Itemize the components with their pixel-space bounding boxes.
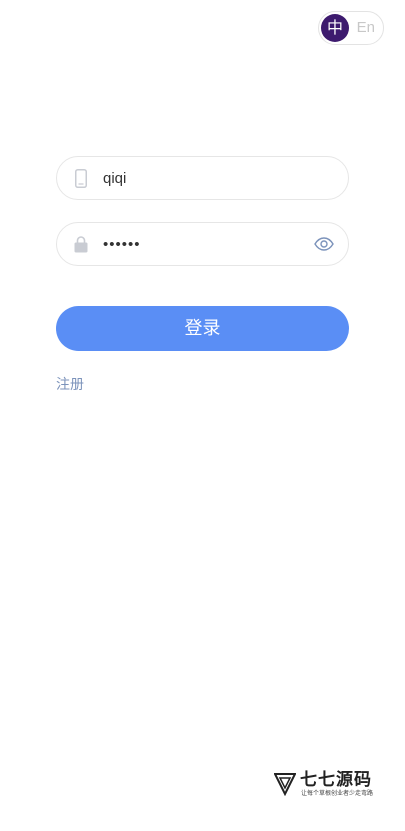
- watermark-subtitle: 让每个草根创业者少走弯路: [301, 790, 374, 797]
- lock-icon: [74, 234, 88, 254]
- language-toggle[interactable]: 中 En: [318, 11, 384, 45]
- eye-icon[interactable]: [314, 236, 334, 252]
- password-input[interactable]: [103, 231, 303, 257]
- watermark-logo: 七七源码 让每个草根创业者少走弯路: [273, 770, 378, 800]
- username-field[interactable]: [56, 156, 349, 200]
- watermark-title: 七七源码: [300, 770, 372, 790]
- lang-option-en[interactable]: En: [357, 12, 375, 44]
- lang-option-zh[interactable]: 中: [321, 14, 349, 42]
- triangle-logo-icon: [273, 772, 297, 797]
- username-input[interactable]: [103, 165, 303, 191]
- login-button[interactable]: 登录: [56, 306, 349, 351]
- password-field[interactable]: [56, 222, 349, 266]
- phone-icon: [74, 168, 88, 188]
- register-link[interactable]: 注册: [56, 374, 84, 394]
